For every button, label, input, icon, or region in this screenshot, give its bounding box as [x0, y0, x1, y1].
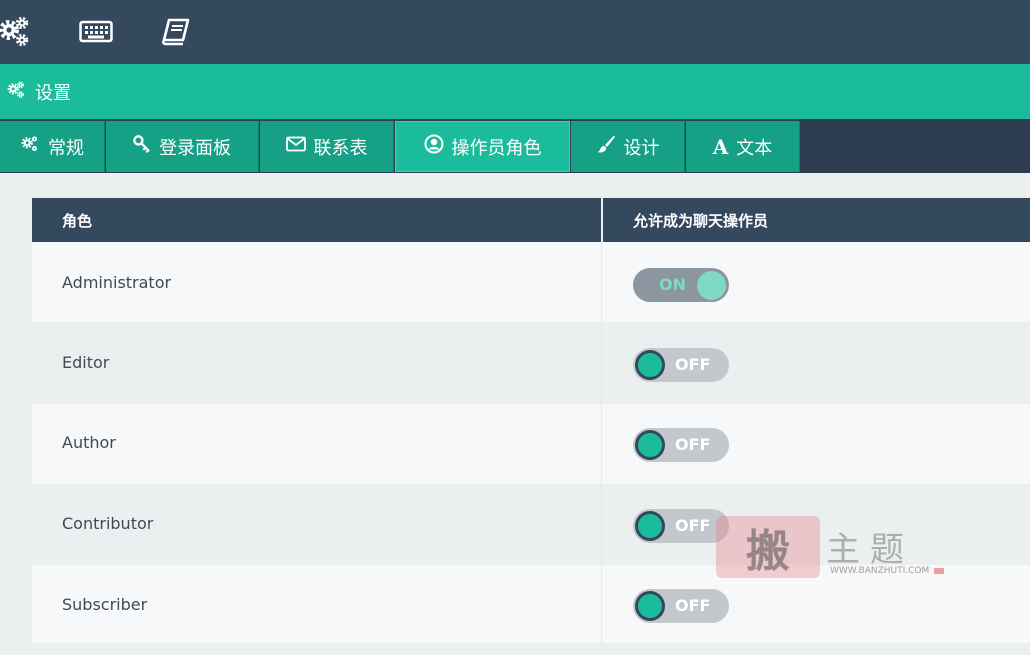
tab-text[interactable]: A 文本 — [686, 121, 800, 172]
tab-label: 联系表 — [313, 137, 368, 159]
tab-label: 常规 — [48, 137, 84, 159]
column-divider — [601, 198, 603, 242]
table-header: 角色 允许成为聊天操作员 — [32, 198, 1030, 242]
watermark-seal: 搬 — [716, 516, 820, 578]
column-divider — [601, 322, 602, 404]
column-divider — [601, 484, 602, 565]
table-row: Administrator ON — [32, 242, 1030, 322]
role-name: Administrator — [62, 273, 172, 292]
tab-contact-form[interactable]: 联系表 — [260, 121, 394, 172]
column-divider — [601, 565, 602, 643]
tab-label: 登录面板 — [159, 137, 231, 159]
column-divider — [601, 242, 602, 322]
gears-icon[interactable] — [0, 14, 32, 50]
role-name: Subscriber — [62, 595, 148, 614]
watermark-url: WWW.BANZHUTI.COM — [830, 566, 930, 576]
page-title: 设置 — [35, 82, 71, 104]
keyboard-icon[interactable] — [78, 14, 114, 50]
watermark-mark — [934, 568, 944, 574]
column-header-role: 角色 — [62, 212, 93, 230]
table-row: Editor OFF — [32, 322, 1030, 404]
tab-label: 设计 — [623, 137, 660, 159]
toggle-state-label: OFF — [675, 355, 711, 374]
operator-toggle[interactable]: OFF — [633, 428, 729, 462]
toggle-knob — [635, 430, 665, 460]
font-icon: A — [712, 134, 729, 159]
toggle-knob — [635, 350, 665, 380]
table-row: Author OFF — [32, 404, 1030, 484]
tab-general[interactable]: 常规 — [0, 121, 105, 172]
tab-design[interactable]: 设计 — [571, 121, 685, 172]
key-icon — [133, 135, 151, 158]
toggle-knob — [635, 511, 665, 541]
operator-toggle[interactable]: ON — [633, 268, 729, 302]
toggle-knob — [697, 271, 726, 300]
toggle-state-label: OFF — [675, 435, 711, 454]
tab-operator-roles[interactable]: 操作员角色 — [395, 121, 570, 172]
user-circle-icon — [424, 134, 444, 159]
gears-icon — [20, 135, 40, 158]
operator-toggle[interactable]: OFF — [633, 348, 729, 382]
tab-label: 文本 — [736, 137, 773, 159]
top-toolbar — [0, 0, 1030, 64]
column-header-allow-operator: 允许成为聊天操作员 — [633, 212, 769, 230]
toggle-state-label: OFF — [675, 516, 711, 535]
toggle-state-label: ON — [659, 275, 686, 294]
role-name: Author — [62, 433, 116, 452]
book-icon[interactable] — [158, 14, 194, 50]
operator-toggle[interactable]: OFF — [633, 589, 729, 623]
settings-header: 设置 — [0, 64, 1030, 119]
role-name: Editor — [62, 353, 110, 372]
role-name: Contributor — [62, 514, 154, 533]
toggle-state-label: OFF — [675, 596, 711, 615]
operator-toggle[interactable]: OFF — [633, 509, 729, 543]
toggle-knob — [635, 591, 665, 621]
brush-icon — [596, 134, 616, 159]
tab-bar: 常规 登录面板 联系表 操作员角色 设计 A 文本 — [0, 119, 1030, 173]
watermark-text: 主题 — [826, 530, 914, 570]
envelope-icon — [285, 136, 306, 157]
gears-icon — [5, 80, 27, 103]
tab-login-panel[interactable]: 登录面板 — [106, 121, 259, 172]
column-divider — [601, 404, 602, 484]
watermark: 搬 主题 WWW.BANZHUTI.COM — [716, 512, 948, 584]
tab-label: 操作员角色 — [451, 137, 542, 159]
